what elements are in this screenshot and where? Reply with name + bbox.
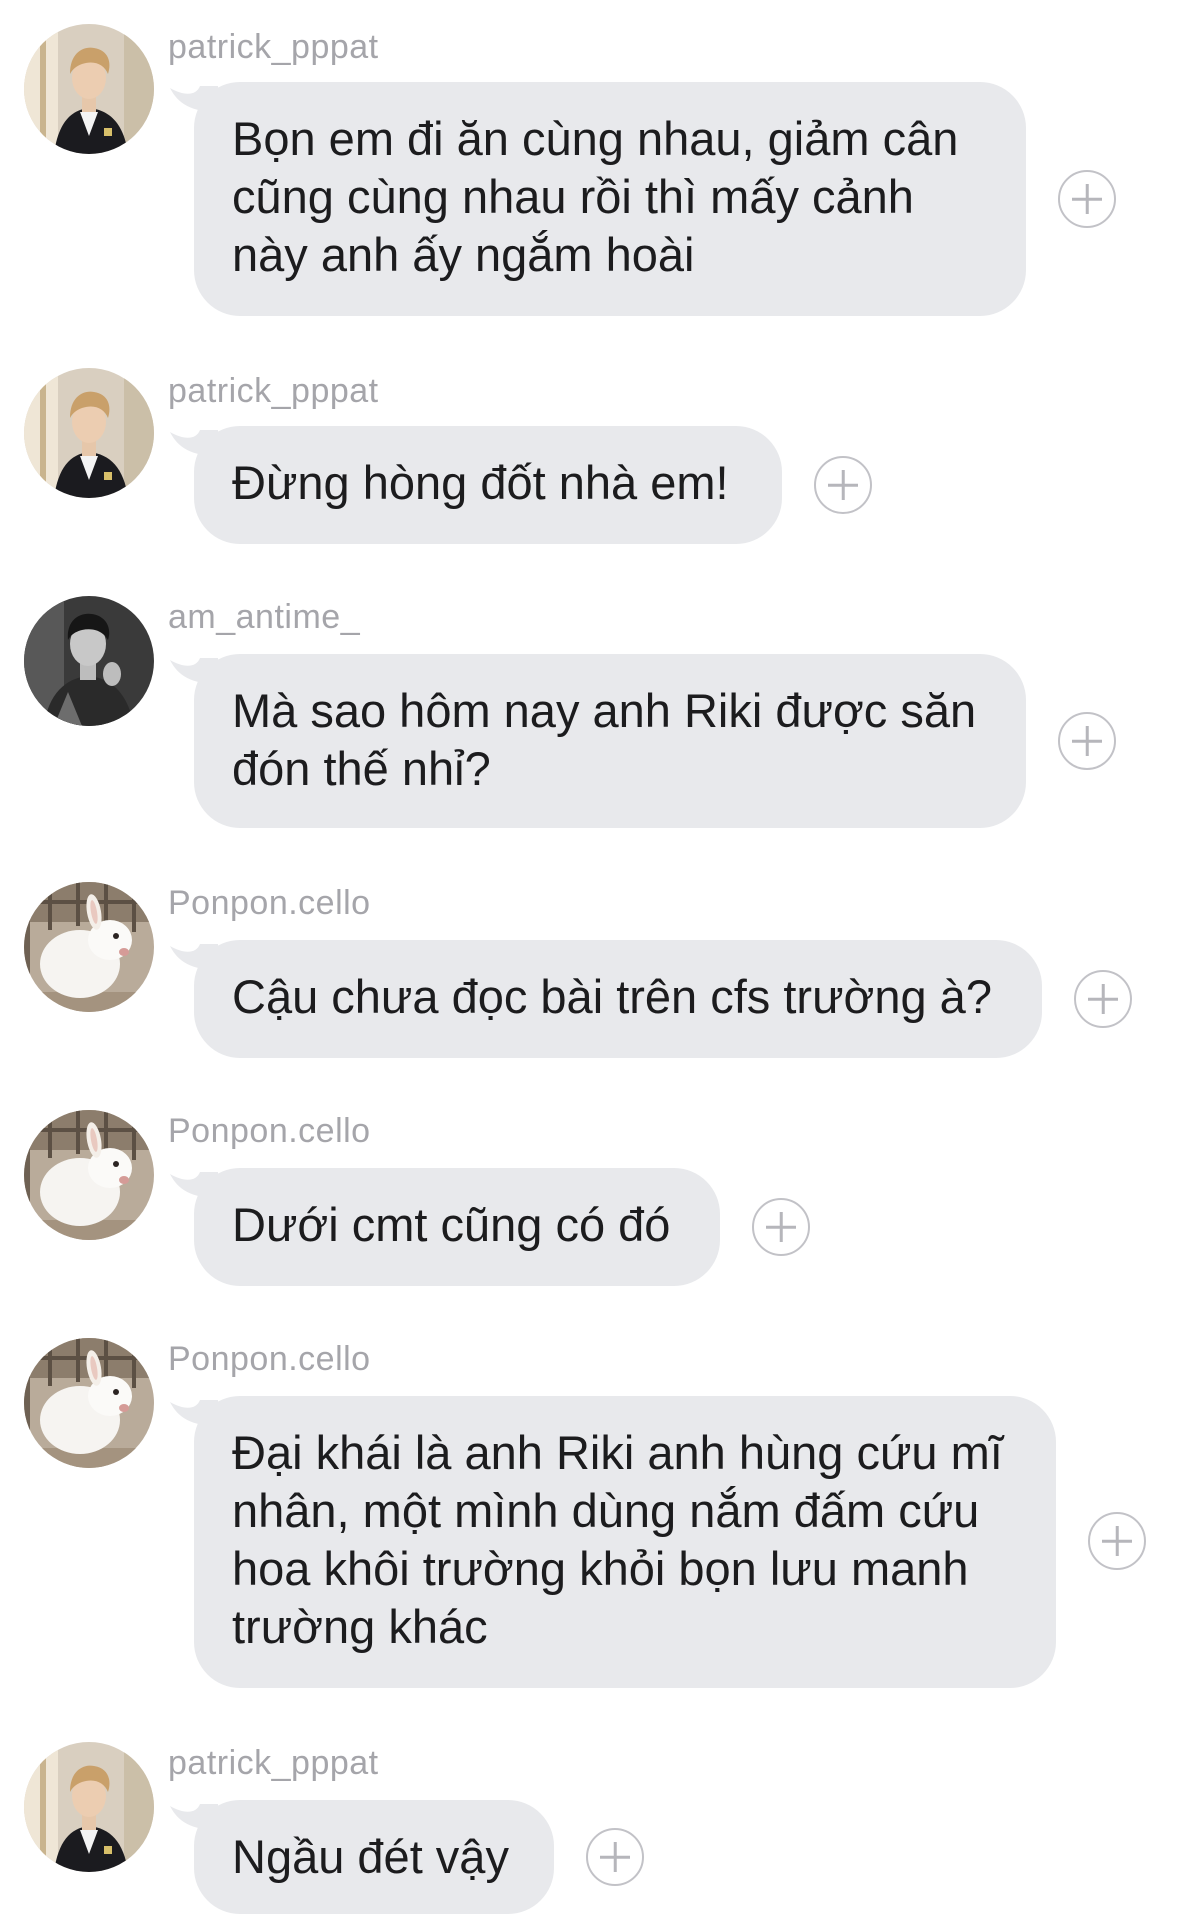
username[interactable]: patrick_pppat xyxy=(168,372,379,411)
add-circle-icon[interactable] xyxy=(1058,170,1116,228)
message-bubble[interactable]: Cậu chưa đọc bài trên cfs trường à? xyxy=(194,940,1042,1058)
man-portrait-avatar[interactable] xyxy=(24,368,154,498)
white-rabbit-avatar[interactable] xyxy=(24,1338,154,1468)
username[interactable]: Ponpon.cello xyxy=(168,1340,371,1379)
add-circle-icon[interactable] xyxy=(1088,1512,1146,1570)
man-portrait-avatar[interactable] xyxy=(24,1742,154,1872)
message-thread: patrick_pppat Bọn em đi ăn cùng nhau, gi… xyxy=(0,0,1189,1920)
white-rabbit-avatar[interactable] xyxy=(24,882,154,1012)
man-bw-portrait-avatar[interactable] xyxy=(24,596,154,726)
add-circle-icon[interactable] xyxy=(814,456,872,514)
message-bubble[interactable]: Đại khái là anh Riki anh hùng cứu mĩ nhâ… xyxy=(194,1396,1056,1688)
message-bubble[interactable]: Ngầu đét vậy xyxy=(194,1800,554,1914)
white-rabbit-avatar[interactable] xyxy=(24,1110,154,1240)
message-bubble[interactable]: Dưới cmt cũng có đó xyxy=(194,1168,720,1286)
username[interactable]: Ponpon.cello xyxy=(168,884,371,923)
username[interactable]: patrick_pppat xyxy=(168,28,379,67)
man-portrait-avatar[interactable] xyxy=(24,24,154,154)
add-circle-icon[interactable] xyxy=(1058,712,1116,770)
add-circle-icon[interactable] xyxy=(752,1198,810,1256)
message-bubble[interactable]: Bọn em đi ăn cùng nhau, giảm cân cũng cù… xyxy=(194,82,1026,316)
username[interactable]: am_antime_ xyxy=(168,598,360,637)
message-bubble[interactable]: Đừng hòng đốt nhà em! xyxy=(194,426,782,544)
username[interactable]: patrick_pppat xyxy=(168,1744,379,1783)
add-circle-icon[interactable] xyxy=(1074,970,1132,1028)
add-circle-icon[interactable] xyxy=(586,1828,644,1886)
message-bubble[interactable]: Mà sao hôm nay anh Riki được săn đón thế… xyxy=(194,654,1026,828)
username[interactable]: Ponpon.cello xyxy=(168,1112,371,1151)
